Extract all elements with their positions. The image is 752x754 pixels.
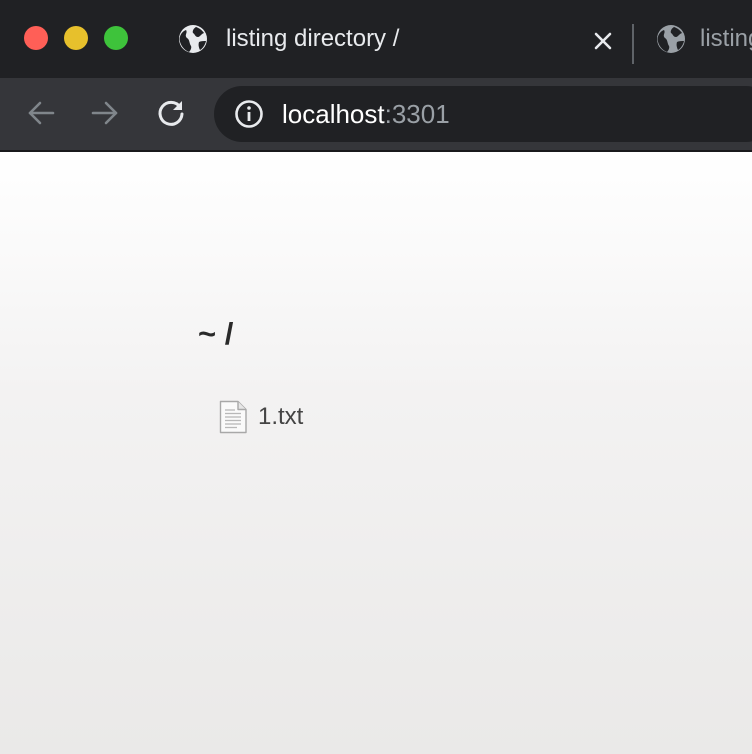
- address-bar[interactable]: localhost:3301: [214, 86, 752, 142]
- browser-window: listing directory / listing directory /: [0, 0, 752, 754]
- address-url[interactable]: localhost:3301: [282, 99, 450, 130]
- page-content: ~ / 1.txt: [0, 152, 752, 754]
- forward-arrow-icon[interactable]: [90, 98, 120, 128]
- tab-title: listing directory /: [226, 25, 400, 52]
- window-close-button[interactable]: [24, 26, 48, 50]
- tab-strip: listing directory / listing directory /: [0, 0, 752, 78]
- reload-icon[interactable]: [156, 98, 186, 128]
- tab-active[interactable]: listing directory /: [160, 0, 626, 78]
- toolbar: localhost:3301: [0, 78, 752, 150]
- tab-title: listing directory /: [700, 25, 752, 52]
- globe-icon: [657, 25, 685, 53]
- url-host: localhost: [282, 98, 385, 129]
- url-port: :3301: [384, 98, 450, 129]
- globe-icon: [179, 25, 207, 53]
- back-arrow-icon[interactable]: [26, 98, 56, 128]
- text-file-icon: [219, 400, 247, 434]
- window-minimize-button[interactable]: [64, 26, 88, 50]
- window-maximize-button[interactable]: [104, 26, 128, 50]
- info-icon[interactable]: [234, 99, 264, 129]
- list-item[interactable]: 1.txt: [218, 400, 303, 434]
- page-title: ~ /: [198, 316, 234, 351]
- file-list: 1.txt: [218, 400, 303, 434]
- tab-close-icon[interactable]: [594, 32, 612, 50]
- tab-inactive[interactable]: listing directory /: [634, 0, 752, 78]
- file-link[interactable]: 1.txt: [258, 403, 303, 431]
